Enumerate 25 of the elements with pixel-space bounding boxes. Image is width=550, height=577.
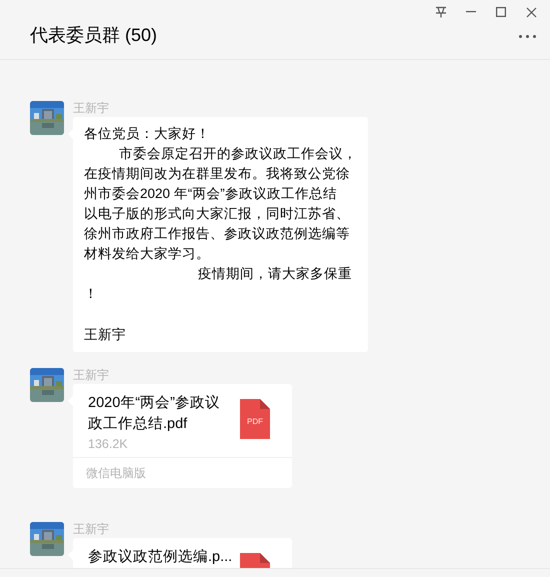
- sender-name: 王新宇: [73, 522, 110, 536]
- message-text: 市委会原定召开的参政议政工作会议，: [118, 145, 357, 163]
- minimize-icon: [466, 11, 476, 13]
- file-name: 参政议政范例选编.p...: [88, 548, 232, 567]
- message-text: 徐州市政府工作报告、参政议政范例选编等: [84, 225, 351, 243]
- message-text: 王新宇: [84, 326, 127, 344]
- message-text: ！: [84, 285, 99, 303]
- file-size: 136.2K: [88, 436, 129, 453]
- maximize-icon: [496, 7, 506, 17]
- pdf-file-icon: PDF: [240, 399, 270, 439]
- pin-icon: [435, 6, 447, 18]
- file-card[interactable]: 参政议政范例选编.p...: [73, 538, 292, 568]
- file-source: 微信电脑版: [86, 466, 146, 480]
- sender-name: 王新宇: [73, 368, 110, 382]
- message-text: 州市委会2020 年“两会”参政议政工作总结: [84, 185, 338, 203]
- message-text: 疫情期间，请大家多保重: [197, 265, 353, 283]
- message-text: 以电子版的形式向大家汇报，同时江苏省、: [84, 205, 351, 223]
- message-text: 在疫情期间改为在群里发布。我将致公党徐: [84, 165, 351, 183]
- close-icon: [526, 6, 536, 18]
- file-name: 2020年“两会”参政议政工作总结.pdf: [88, 394, 220, 434]
- window-title: 代表委员群 (50): [30, 24, 158, 47]
- sender-name: 王新宇: [73, 101, 110, 115]
- message-text: 材料发给大家学习。: [84, 245, 211, 263]
- message-text: 各位党员：大家好！: [84, 125, 211, 143]
- file-card[interactable]: 2020年“两会”参政议政工作总结.pdf 136.2K PDF 微信电脑版: [73, 384, 292, 488]
